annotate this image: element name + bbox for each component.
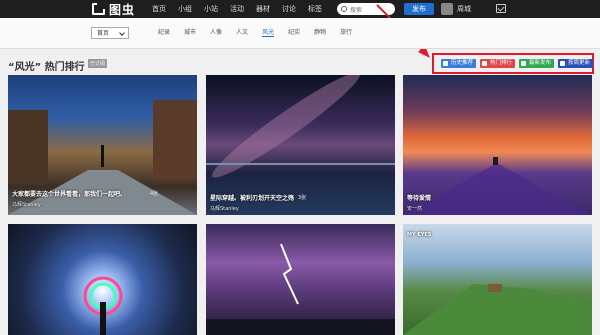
subscribed-badge[interactable]: 已订阅 [88,59,108,68]
photo-card[interactable] [206,224,395,335]
clock-icon [521,61,527,66]
photo-caption: 星际穿越。被利刃划开天空之殇 [210,195,295,202]
tab-humanity[interactable]: 人文 [236,27,248,37]
photo-scene [83,276,123,335]
tab-label: 热门排行 [490,60,513,66]
tab-latest[interactable]: 最新发布 [519,59,555,68]
tab-portrait[interactable]: 人像 [210,27,222,37]
photo-card[interactable]: 等待爱情 安一然 [403,75,592,215]
history-icon [443,61,448,66]
photo-card[interactable] [8,224,197,335]
tab-hot-ranking[interactable]: 热门排行 [480,59,516,68]
photo-scene [403,157,592,215]
tab-label: 按周更新 [568,60,591,66]
photo-caption: 等待爱情 [407,195,432,202]
page-title: “风光” 热门排行 [8,62,85,73]
tab-documentary[interactable]: 纪实 [288,27,300,37]
photo-count: 3张 [298,195,307,201]
photo-author: 马辉Stanley [210,206,239,212]
tab-weekly[interactable]: 按周更新 [558,59,594,68]
photo-scene [206,243,395,335]
tab-still-life[interactable]: 静物 [314,27,326,37]
calendar-icon [560,61,566,66]
photo-author: 安一然 [407,206,423,212]
category-bar: 首页 纪录 城市 人像 人文 风光 纪实 静物 旅行 [0,18,600,49]
photo-caption: 大家都要去这个世界看看，那我们一起吧。 [12,191,127,198]
tab-record[interactable]: 纪录 [158,27,170,37]
tab-city[interactable]: 城市 [184,27,196,37]
home-select-label: 首页 [97,30,110,37]
tab-landscape[interactable]: 风光 [262,27,275,37]
home-select[interactable]: 首页 [91,27,129,39]
tab-history-recommend[interactable]: 历史推荐 [441,59,477,68]
category-tabs: 纪录 城市 人像 人文 风光 纪实 静物 旅行 [158,27,352,37]
photo-card[interactable]: 大家都要去这个世界看看，那我们一起吧。 马辉Stanley 4张 [8,75,197,215]
photo-scene [403,284,592,335]
photo-card[interactable]: MY EYES [403,224,592,335]
photo-count: 4张 [150,191,159,197]
chevron-down-icon [119,30,125,36]
tab-label: 最新发布 [529,60,552,66]
photo-author: 马辉Stanley [12,202,41,208]
tab-travel[interactable]: 旅行 [340,27,352,37]
photo-card[interactable]: 星际穿越。被利刃划开天空之殇 马辉Stanley 3张 [206,75,395,215]
ranking-tabs: 历史推荐 热门排行 最新发布 按周更新 [441,59,594,68]
tab-label: 历史推荐 [451,60,474,66]
photo-caption: MY EYES [407,232,432,238]
fire-icon [482,61,488,66]
